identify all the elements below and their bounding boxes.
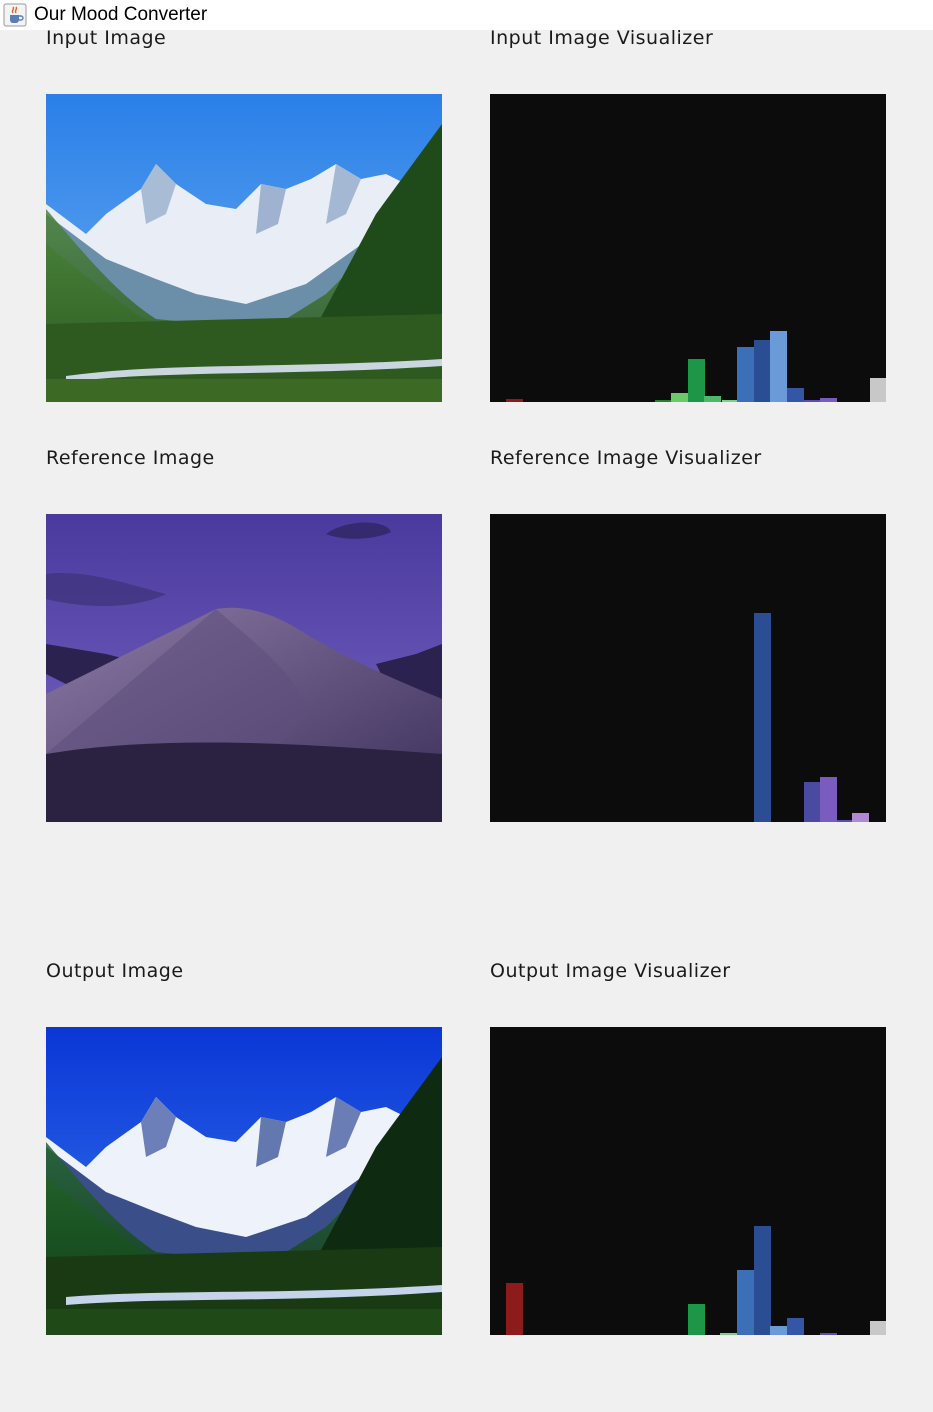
input-visualizer-label: Input Image Visualizer — [490, 27, 714, 49]
histogram-bar — [770, 1326, 787, 1335]
histogram-bar — [506, 1283, 523, 1335]
histogram-bar — [704, 396, 721, 402]
output-image — [46, 1027, 442, 1335]
histogram-bar — [804, 400, 821, 402]
histogram-bar — [754, 340, 771, 402]
output-image-label: Output Image — [46, 960, 184, 982]
input-image-label: Input Image — [46, 27, 167, 49]
histogram-bar — [722, 400, 739, 402]
histogram-bar — [820, 398, 837, 402]
histogram-bar — [737, 347, 754, 402]
histogram-bar — [804, 782, 821, 822]
reference-histogram-chart — [754, 613, 869, 822]
histogram-bar — [837, 820, 854, 822]
histogram-bar — [655, 400, 672, 402]
histogram-bar — [820, 1333, 837, 1335]
reference-image — [46, 514, 442, 822]
input-histogram-chart — [506, 331, 886, 402]
histogram-bar — [754, 1226, 771, 1335]
histogram-bar — [770, 331, 787, 402]
input-visualizer — [490, 94, 886, 402]
output-visualizer-label: Output Image Visualizer — [490, 960, 731, 982]
output-histogram-chart — [506, 1226, 886, 1335]
histogram-bar — [754, 613, 771, 822]
histogram-bar — [506, 399, 523, 402]
histogram-bar — [820, 777, 837, 822]
histogram-bar — [720, 1333, 737, 1335]
histogram-bar — [870, 1321, 886, 1335]
reference-image-label: Reference Image — [46, 447, 215, 469]
histogram-bar — [852, 813, 869, 822]
histogram-bar — [688, 359, 705, 402]
histogram-bar — [737, 1270, 754, 1335]
window-title: Our Mood Converter — [34, 4, 208, 25]
window-titlebar: Our Mood Converter — [0, 0, 933, 30]
histogram-bar — [787, 388, 804, 402]
output-visualizer — [490, 1027, 886, 1335]
histogram-bar — [671, 393, 688, 402]
java-cup-icon — [3, 3, 27, 27]
input-image — [46, 94, 442, 402]
histogram-bar — [870, 378, 886, 402]
reference-visualizer-label: Reference Image Visualizer — [490, 447, 762, 469]
histogram-bar — [787, 1318, 804, 1335]
histogram-bar — [688, 1304, 705, 1335]
reference-visualizer — [490, 514, 886, 822]
